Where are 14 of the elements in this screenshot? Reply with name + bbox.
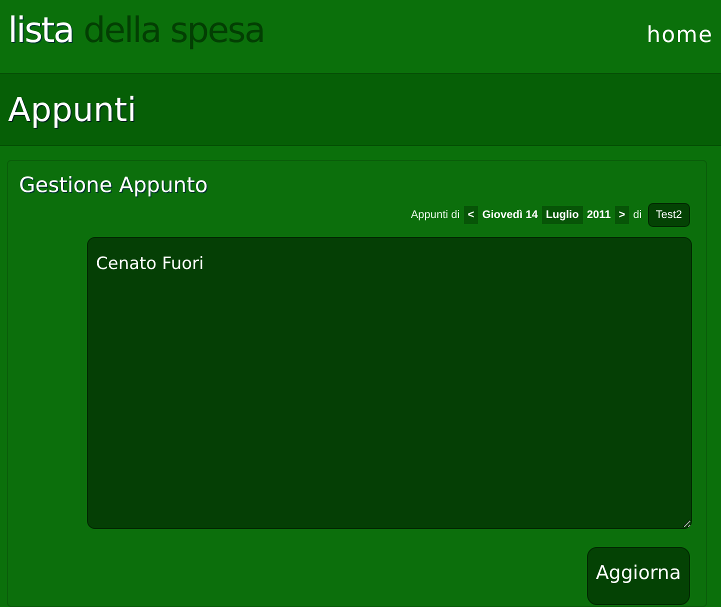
month-select[interactable]: Luglio xyxy=(542,206,583,224)
year-label: 2011 xyxy=(586,209,611,221)
update-button[interactable]: Aggiorna xyxy=(586,547,690,605)
page-title: Appunti xyxy=(8,90,136,129)
previous-button[interactable]: < xyxy=(464,206,478,224)
next-button[interactable]: > xyxy=(614,206,630,224)
home-link[interactable]: home xyxy=(646,23,713,48)
day-label: Giovedì 14 xyxy=(482,209,538,221)
panel-heading: Gestione Appunto xyxy=(19,173,209,197)
date-label: Appunti di xyxy=(410,209,460,221)
user-button[interactable]: Test2 xyxy=(648,203,690,227)
user-label: di xyxy=(633,209,642,221)
note-field[interactable]: Cenato Fuori xyxy=(87,237,692,529)
logo-text: lista xyxy=(8,10,74,50)
